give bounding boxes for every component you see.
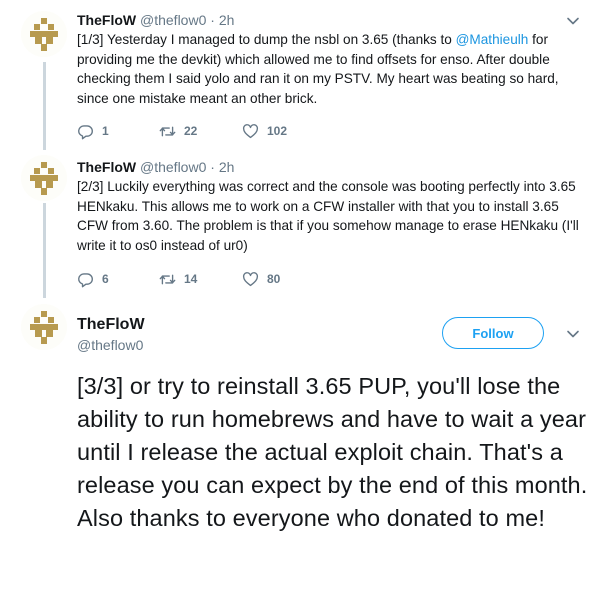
reply-icon (78, 272, 93, 287)
timestamp[interactable]: 2h (219, 159, 235, 175)
retweet-icon (159, 274, 176, 284)
retweet-button[interactable]: 14 (159, 269, 197, 289)
like-button[interactable]: 102 (242, 121, 287, 141)
timestamp[interactable]: 2h (219, 12, 235, 28)
like-count: 80 (267, 272, 281, 286)
avatar[interactable] (21, 155, 67, 201)
author-name[interactable]: TheFloW (77, 159, 136, 175)
chevron-down-icon[interactable] (565, 326, 581, 342)
like-icon (243, 271, 258, 286)
reply-button[interactable]: 1 (77, 121, 109, 141)
thread-line (43, 203, 46, 298)
avatar[interactable] (21, 11, 67, 57)
avatar-logo (21, 304, 67, 350)
retweet-icon (159, 126, 176, 136)
retweet-count: 14 (184, 272, 198, 286)
reply-button[interactable]: 6 (77, 269, 109, 289)
separator-dot: · (210, 12, 215, 28)
follow-button[interactable]: Follow (442, 317, 544, 349)
reply-icon (78, 124, 93, 139)
author-name[interactable]: TheFloW (77, 315, 145, 335)
retweet-count: 22 (184, 124, 198, 138)
author-handle[interactable]: @theflow0 (140, 159, 206, 175)
main-tweet-text: [3/3] or try to reinstall 3.65 PUP, you'… (77, 373, 588, 531)
author-handle[interactable]: @theflow0 (140, 12, 206, 28)
mention-link[interactable]: @Mathieulh (456, 32, 529, 47)
avatar-logo (21, 155, 67, 201)
avatar-logo (21, 11, 67, 57)
chevron-down-icon[interactable] (565, 13, 581, 29)
tweet-text: [2/3] Luckily everything was correct and… (77, 179, 579, 253)
like-icon (243, 123, 258, 138)
like-button[interactable]: 80 (242, 269, 280, 289)
avatar[interactable] (21, 304, 67, 350)
author-handle[interactable]: @theflow0 (77, 336, 143, 354)
retweet-button[interactable]: 22 (159, 121, 197, 141)
tweet-header: TheFloW @theflow0 · 2h (77, 11, 234, 29)
separator-dot: · (210, 159, 215, 175)
reply-count: 1 (102, 124, 109, 138)
author-name[interactable]: TheFloW (77, 12, 136, 28)
thread-line (43, 62, 46, 150)
like-count: 102 (267, 124, 288, 138)
tweet-text: [1/3] Yesterday I managed to dump the ns… (77, 30, 582, 108)
tweet-text-part: [1/3] Yesterday I managed to dump the ns… (77, 32, 456, 47)
tweet-header: TheFloW @theflow0 · 2h (77, 158, 234, 176)
reply-count: 6 (102, 272, 109, 286)
